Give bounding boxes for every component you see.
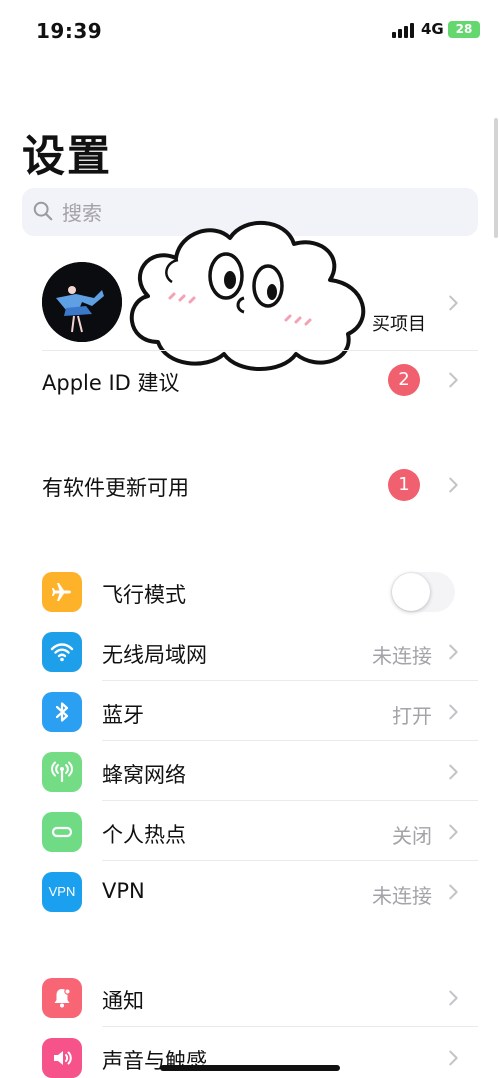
bluetooth-icon-box [42, 692, 82, 732]
wifi-icon-box [42, 632, 82, 672]
chevron-right-icon [449, 644, 458, 660]
vpn-status: 未连接 [372, 884, 432, 908]
chevron-right-icon [449, 884, 458, 900]
divider [102, 860, 478, 861]
wifi-icon [50, 643, 74, 662]
chevron-right-icon [449, 1050, 458, 1066]
chevron-right-icon [449, 764, 458, 780]
battery-icon: 28 [448, 21, 480, 38]
status-time: 19:39 [36, 19, 103, 43]
divider [102, 680, 478, 681]
sounds-icon-box [42, 1038, 82, 1078]
wifi-status: 未连接 [372, 644, 432, 668]
notifications-label: 通知 [102, 989, 144, 1013]
chevron-right-icon [449, 990, 458, 1006]
network-type: 4G [421, 20, 444, 38]
airplane-mode-label: 飞行模式 [102, 583, 186, 607]
cellular-label: 蜂窝网络 [102, 763, 186, 787]
bluetooth-icon [55, 702, 69, 722]
notifications-row[interactable] [22, 968, 478, 1028]
software-update-badge: 1 [388, 469, 420, 501]
vpn-label: VPN [102, 879, 145, 903]
page-title: 设置 [22, 132, 112, 182]
cellular-icon-box [42, 752, 82, 792]
ballerina-image [42, 262, 122, 342]
airplane-icon [52, 583, 71, 601]
link-icon [51, 826, 73, 838]
hotspot-label: 个人热点 [102, 823, 186, 847]
chevron-right-icon [449, 824, 458, 840]
profile-subtitle: 买项目 [372, 314, 426, 335]
divider [102, 740, 478, 741]
battery-level: 28 [455, 22, 473, 36]
notifications-icon-box [42, 978, 82, 1018]
scroll-indicator[interactable] [494, 118, 498, 238]
cellular-row[interactable] [22, 742, 478, 802]
software-update-label: 有软件更新可用 [42, 476, 189, 500]
chevron-right-icon [449, 704, 458, 720]
apple-id-badge: 2 [388, 364, 420, 396]
chevron-right-icon [449, 372, 458, 388]
avatar[interactable] [42, 262, 122, 342]
chevron-right-icon [449, 477, 458, 493]
speaker-icon [54, 1051, 72, 1065]
divider [102, 1026, 478, 1027]
status-bar: 19:39 4G 28 [0, 0, 500, 60]
divider [102, 800, 478, 801]
search-icon [33, 201, 53, 221]
vpn-icon: VPN [48, 884, 76, 899]
signal-icon [392, 22, 416, 38]
home-indicator[interactable] [160, 1065, 340, 1071]
bluetooth-status: 打开 [392, 704, 432, 728]
wifi-label: 无线局域网 [102, 643, 207, 667]
chevron-right-icon [449, 295, 458, 311]
divider [42, 350, 478, 351]
hotspot-icon-box [42, 812, 82, 852]
hotspot-status: 关闭 [392, 824, 432, 848]
bluetooth-label: 蓝牙 [102, 703, 144, 727]
airplane-icon-box [42, 572, 82, 612]
bell-icon [54, 988, 71, 1008]
airplane-mode-toggle[interactable] [391, 572, 455, 612]
apple-id-suggestions-label: Apple ID 建议 [42, 371, 180, 395]
antenna-icon [51, 761, 73, 783]
vpn-icon-box: VPN [42, 872, 82, 912]
toggle-knob [392, 573, 430, 611]
